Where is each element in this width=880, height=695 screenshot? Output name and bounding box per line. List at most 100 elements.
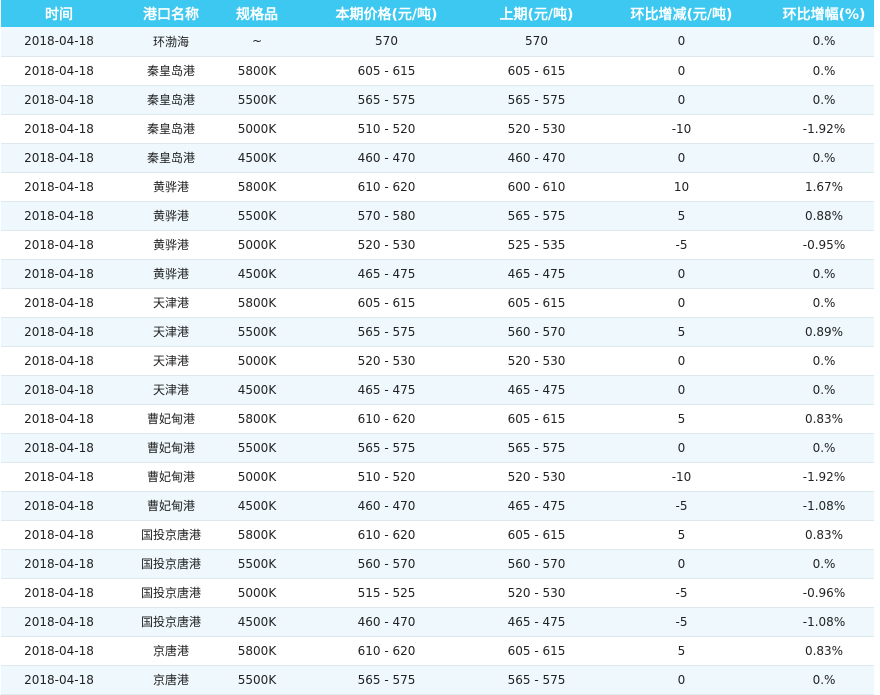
table-row: 2018-04-18 秦皇岛港 5800K 605 - 615 605 - 615 0 0.… xyxy=(1,56,874,86)
cell-change-percent: -0.96% xyxy=(774,578,874,608)
cell-port-name: 国投京唐港 xyxy=(117,549,225,579)
cell-port-name: 国投京唐港 xyxy=(117,578,225,608)
cell-change-percent: 0.89% xyxy=(774,317,874,347)
cell-change-percent: 0.83% xyxy=(774,404,874,434)
table-body: 2018-04-18 环渤海 ~570 570 0 0.% 2018-04-18 秦皇岛港 58… xyxy=(1,27,874,695)
cell-grade: 5000K xyxy=(225,114,289,144)
cell-change-amount: 0 xyxy=(589,375,774,405)
cell-change-amount: -5 xyxy=(589,607,774,637)
cell-port-name: 黄骅港 xyxy=(117,230,225,260)
cell-previous-price: 605 - 615 xyxy=(484,56,589,86)
cell-port-name: 秦皇岛港 xyxy=(117,114,225,144)
cell-change-percent: -1.08% xyxy=(774,607,874,637)
cell-change-amount: 0 xyxy=(589,27,774,57)
table-row: 2018-04-18 秦皇岛港 4500K 460 - 470 460 - 470 0 0.… xyxy=(1,143,874,173)
table-row: 2018-04-18 曹妃甸港 5800K 610 - 620 605 - 615 5 0.… xyxy=(1,404,874,434)
header-port-name: 港口名称 xyxy=(143,6,199,23)
table-row: 2018-04-18 国投京唐港 5000K 515 - 525 520 - 530 -5… xyxy=(1,578,874,608)
cell-current-price: 565 - 575 xyxy=(289,317,484,347)
cell-change-percent: 0.% xyxy=(774,665,874,695)
table-row: 2018-04-18 黄骅港 4500K 465 - 475 465 - 475 0 0.% xyxy=(1,259,874,289)
cell-change-amount: 5 xyxy=(589,520,774,550)
cell-current-price: 460 - 470 xyxy=(289,607,484,637)
cell-change-percent: 0.% xyxy=(774,346,874,376)
header-grade: 规格品 xyxy=(236,6,278,23)
cell-current-price: 610 - 620 xyxy=(289,172,484,202)
cell-current-price: 610 - 620 xyxy=(289,520,484,550)
cell-grade: 5000K xyxy=(225,462,289,492)
cell-grade: 5800K xyxy=(225,404,289,434)
cell-grade: 4500K xyxy=(225,375,289,405)
cell-grade: 5800K xyxy=(225,56,289,86)
cell-port-name: 天津港 xyxy=(117,375,225,405)
table-row: 2018-04-18 环渤海 ~570 570 0 0.% xyxy=(1,27,874,57)
cell-previous-price: 520 - 530 xyxy=(484,346,589,376)
cell-change-amount: 0 xyxy=(589,259,774,289)
cell-grade: 5500K xyxy=(225,549,289,579)
table-row: 2018-04-18 天津港 5000K 520 - 530 520 - 530 0 0.% xyxy=(1,346,874,376)
cell-change-amount: 0 xyxy=(589,346,774,376)
cell-change-percent: 0.% xyxy=(774,288,874,318)
price-table-container: 时间 港口名称 规格品 本期价格(元/吨) 上期(元/吨) 环比增减(元/吨) … xyxy=(1,0,874,695)
cell-grade: 5500K xyxy=(225,85,289,115)
cell-previous-price: 520 - 530 xyxy=(484,578,589,608)
cell-previous-price: 520 - 530 xyxy=(484,462,589,492)
cell-port-name: 天津港 xyxy=(117,288,225,318)
cell-change-amount: 0 xyxy=(589,56,774,86)
cell-change-percent: -1.92% xyxy=(774,462,874,492)
cell-date: 2018-04-18 xyxy=(1,346,117,376)
cell-change-amount: 5 xyxy=(589,404,774,434)
cell-port-name: 国投京唐港 xyxy=(117,607,225,637)
cell-current-price: 610 - 620 xyxy=(289,404,484,434)
cell-previous-price: 460 - 470 xyxy=(484,143,589,173)
table-row: 2018-04-18 曹妃甸港 5500K 565 - 575 565 - 575 0 0.… xyxy=(1,433,874,463)
cell-previous-price: 465 - 475 xyxy=(484,259,589,289)
cell-port-name: 环渤海 xyxy=(117,27,225,57)
cell-date: 2018-04-18 xyxy=(1,114,117,144)
cell-port-name: 曹妃甸港 xyxy=(117,433,225,463)
cell-grade: 5500K xyxy=(225,201,289,231)
cell-change-percent: -0.95% xyxy=(774,230,874,260)
cell-port-name: 秦皇岛港 xyxy=(117,56,225,86)
cell-grade: 5800K xyxy=(225,520,289,550)
cell-date: 2018-04-18 xyxy=(1,259,117,289)
cell-change-percent: 1.67% xyxy=(774,172,874,202)
cell-previous-price: 565 - 575 xyxy=(484,85,589,115)
cell-grade: 5800K xyxy=(225,172,289,202)
header-previous-price: 上期(元/吨) xyxy=(499,6,574,23)
header-date: 时间 xyxy=(45,6,73,23)
cell-change-percent: 0.83% xyxy=(774,520,874,550)
cell-port-name: 京唐港 xyxy=(117,665,225,695)
cell-change-amount: -10 xyxy=(589,462,774,492)
cell-date: 2018-04-18 xyxy=(1,636,117,666)
cell-change-amount: 5 xyxy=(589,636,774,666)
table-row: 2018-04-18 黄骅港 5800K 610 - 620 600 - 610 10 1.… xyxy=(1,172,874,202)
cell-current-price: 565 - 575 xyxy=(289,433,484,463)
table-row: 2018-04-18 天津港 5500K 565 - 575 560 - 570 5 0.8… xyxy=(1,317,874,347)
table-row: 2018-04-18 秦皇岛港 5000K 510 - 520 520 - 530 -10… xyxy=(1,114,874,144)
cell-current-price: 465 - 475 xyxy=(289,259,484,289)
cell-current-price: 610 - 620 xyxy=(289,636,484,666)
cell-previous-price: 560 - 570 xyxy=(484,317,589,347)
cell-date: 2018-04-18 xyxy=(1,433,117,463)
cell-change-percent: 0.88% xyxy=(774,201,874,231)
table-row: 2018-04-18 黄骅港 5000K 520 - 530 525 - 535 -5 -0… xyxy=(1,230,874,260)
cell-port-name: 秦皇岛港 xyxy=(117,85,225,115)
cell-previous-price: 560 - 570 xyxy=(484,549,589,579)
cell-grade: 5500K xyxy=(225,665,289,695)
cell-grade: 4500K xyxy=(225,143,289,173)
cell-change-percent: 0.% xyxy=(774,85,874,115)
table-row: 2018-04-18 国投京唐港 4500K 460 - 470 465 - 475 -5… xyxy=(1,607,874,637)
cell-change-percent: 0.83% xyxy=(774,636,874,666)
cell-change-percent: -1.08% xyxy=(774,491,874,521)
cell-current-price: 560 - 570 xyxy=(289,549,484,579)
table-row: 2018-04-18 天津港 5800K 605 - 615 605 - 615 0 0.% xyxy=(1,288,874,318)
cell-date: 2018-04-18 xyxy=(1,607,117,637)
cell-previous-price: 565 - 575 xyxy=(484,433,589,463)
cell-previous-price: 565 - 575 xyxy=(484,665,589,695)
cell-grade: 5000K xyxy=(225,346,289,376)
cell-port-name: 曹妃甸港 xyxy=(117,404,225,434)
cell-date: 2018-04-18 xyxy=(1,578,117,608)
cell-current-price: 570 - 580 xyxy=(289,201,484,231)
cell-port-name: 天津港 xyxy=(117,346,225,376)
